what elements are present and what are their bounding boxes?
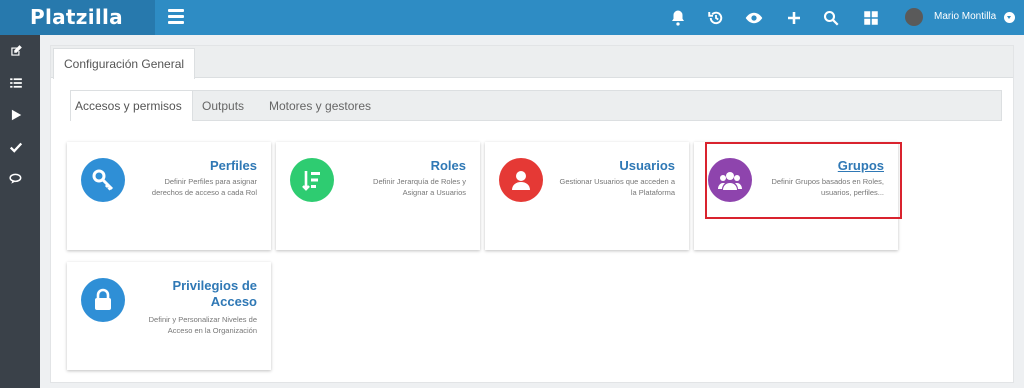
play-icon[interactable] bbox=[9, 108, 23, 122]
user-name[interactable]: Mario Montilla bbox=[934, 11, 996, 22]
card-title: Perfiles bbox=[210, 158, 257, 173]
chat-icon[interactable] bbox=[9, 172, 23, 186]
card-description: Gestionar Usuarios que acceden a la Plat… bbox=[559, 177, 676, 197]
edit-icon[interactable] bbox=[9, 44, 23, 58]
list-icon[interactable] bbox=[9, 76, 23, 90]
search-icon[interactable] bbox=[822, 9, 840, 27]
avatar[interactable] bbox=[905, 8, 923, 26]
hierarchy-icon bbox=[290, 158, 334, 202]
brand-logo[interactable]: Platzilla bbox=[0, 0, 155, 35]
card-title: Usuarios bbox=[619, 158, 675, 173]
settings-panel: Configuración General Accesos y permisos… bbox=[50, 45, 1014, 383]
top-bar: Platzilla Mario Montilla bbox=[0, 0, 1024, 35]
main-content: Configuración General Accesos y permisos… bbox=[40, 35, 1024, 388]
highlight-box bbox=[705, 142, 902, 219]
tab-outputs[interactable]: Outputs bbox=[202, 91, 244, 121]
key-icon bbox=[81, 158, 125, 202]
card-description: Definir Perfiles para asignar derechos d… bbox=[151, 177, 257, 197]
chevron-down-icon[interactable] bbox=[1004, 12, 1015, 23]
bell-icon[interactable] bbox=[669, 9, 687, 27]
plus-icon[interactable] bbox=[785, 9, 803, 27]
lock-icon bbox=[81, 278, 125, 322]
history-icon[interactable] bbox=[707, 9, 725, 27]
card-description: Definir y Personalizar Niveles de Acceso… bbox=[148, 315, 257, 335]
card-title: Privilegios de Acceso bbox=[172, 278, 257, 309]
card-title: Roles bbox=[430, 158, 466, 173]
tab-configuracion-general[interactable]: Configuración General bbox=[53, 48, 196, 79]
menu-toggle-icon[interactable] bbox=[168, 9, 184, 25]
user-icon bbox=[499, 158, 543, 202]
card-description: Definir Jerarquía de Roles y Asignar a U… bbox=[373, 177, 466, 197]
grid-icon[interactable] bbox=[862, 9, 880, 27]
card-privilegios-acceso[interactable]: Privilegios de Acceso Definir y Personal… bbox=[67, 262, 271, 370]
page-tab-bar: Configuración General bbox=[51, 46, 1013, 79]
card-roles[interactable]: Roles Definir Jerarquía de Roles y Asign… bbox=[276, 142, 480, 250]
eye-icon[interactable] bbox=[745, 9, 763, 27]
tab-motores-gestores[interactable]: Motores y gestores bbox=[269, 91, 371, 121]
check-icon[interactable] bbox=[9, 140, 23, 154]
section-tab-bar: Accesos y permisos Outputs Motores y ges… bbox=[70, 90, 1002, 121]
sidebar bbox=[0, 35, 40, 388]
tab-accesos-permisos[interactable]: Accesos y permisos bbox=[71, 91, 193, 121]
card-perfiles[interactable]: Perfiles Definir Perfiles para asignar d… bbox=[67, 142, 271, 250]
card-usuarios[interactable]: Usuarios Gestionar Usuarios que acceden … bbox=[485, 142, 689, 250]
